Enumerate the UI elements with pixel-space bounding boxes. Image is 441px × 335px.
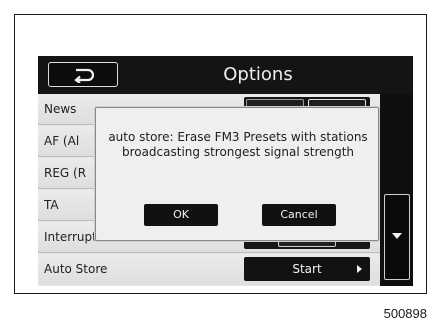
scroll-down-button[interactable]: [384, 194, 410, 280]
cancel-button[interactable]: Cancel: [262, 204, 336, 226]
start-button[interactable]: Start: [244, 257, 370, 281]
return-arrow-icon: [74, 68, 95, 83]
list-item-label: AF (Al: [44, 134, 80, 148]
dialog-message: auto store: Erase FM3 Presets with stati…: [108, 130, 368, 159]
page-title: Options: [223, 64, 293, 85]
scrollbar[interactable]: [380, 94, 413, 286]
list-item-label: News: [44, 102, 77, 116]
start-button-label: Start: [292, 262, 322, 276]
list-item-label: REG (R: [44, 166, 87, 180]
confirm-dialog: auto store: Erase FM3 Presets with stati…: [95, 107, 379, 241]
header-bar: Options: [38, 56, 413, 94]
list-item-label: TA: [44, 198, 59, 212]
list-item-auto-store[interactable]: Auto Store Start: [38, 254, 380, 285]
back-button[interactable]: [48, 62, 118, 87]
ok-button[interactable]: OK: [144, 204, 218, 226]
arrow-right-icon: [357, 265, 362, 273]
list-item-label: Auto Store: [44, 262, 108, 276]
scroll-down-icon: [392, 233, 402, 239]
figure-number: 500898: [383, 306, 427, 321]
